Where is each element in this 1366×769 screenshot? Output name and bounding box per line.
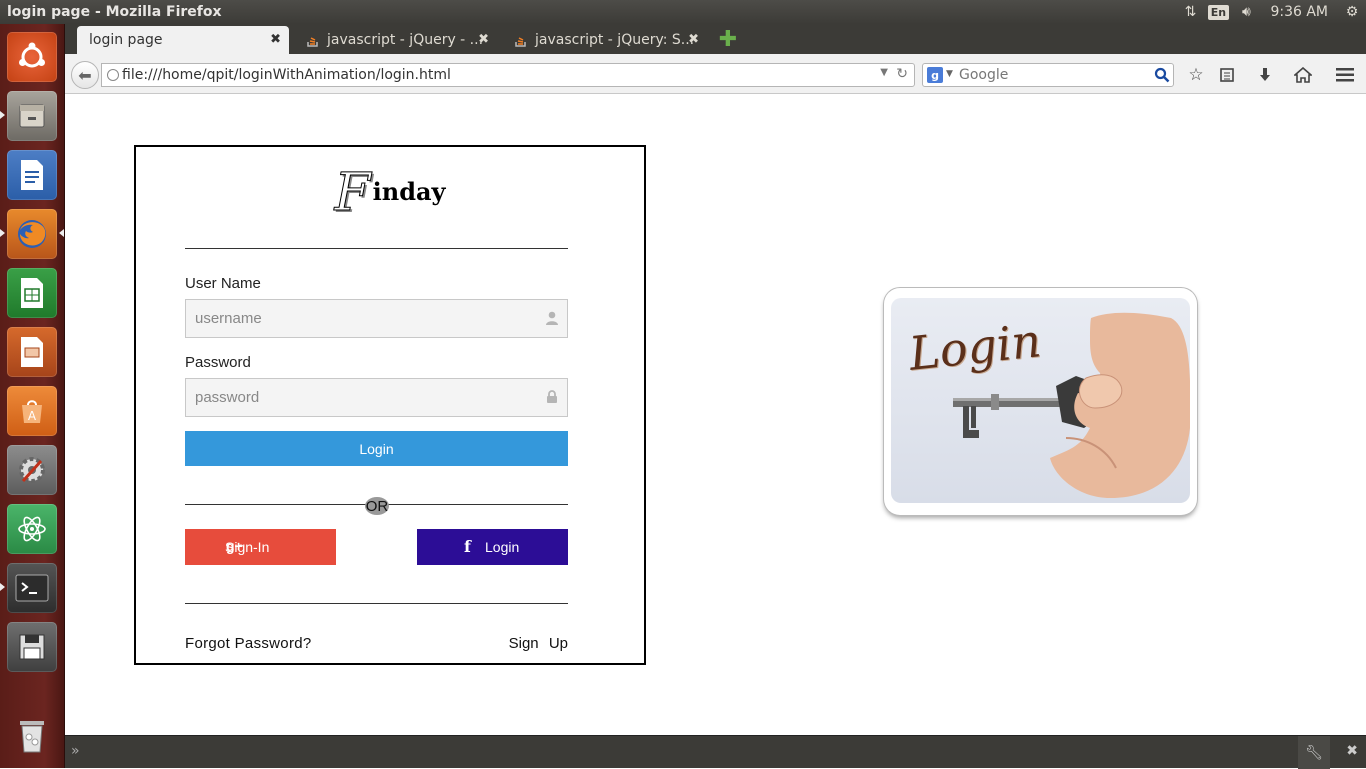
menu-hamburger-icon[interactable]	[1333, 64, 1357, 86]
lock-icon	[547, 390, 557, 403]
bottom-panel: » 🔧︎ ✖	[65, 735, 1366, 769]
close-tab-icon[interactable]: ✖	[688, 32, 699, 47]
system-settings-button[interactable]	[7, 445, 57, 495]
software-center-button[interactable]: A	[7, 386, 57, 436]
search-placeholder: Google	[959, 67, 1009, 83]
document-writer-icon	[21, 160, 43, 190]
calc-launcher-button[interactable]	[7, 268, 57, 318]
launcher: A	[0, 24, 65, 768]
new-tab-plus-icon[interactable]: ✚	[718, 27, 738, 52]
or-separator: OR	[365, 497, 389, 515]
writer-launcher-button[interactable]	[7, 150, 57, 200]
files-launcher-button[interactable]	[7, 91, 57, 141]
username-input[interactable]: username	[185, 299, 568, 338]
svg-text:A: A	[28, 409, 37, 423]
google-engine-icon[interactable]: g	[927, 67, 943, 83]
back-button[interactable]: ⬅	[71, 61, 99, 89]
search-bar[interactable]: g ▼ Google	[922, 63, 1174, 87]
terminal-launcher-button[interactable]	[7, 563, 57, 613]
tab-jquery-2[interactable]: javascript - jQuery: S... ✖	[503, 26, 707, 54]
tab-label: login page	[89, 32, 163, 48]
back-arrow-icon: ⬅	[78, 65, 92, 85]
globe-icon	[107, 69, 119, 81]
password-input[interactable]: password	[185, 378, 568, 417]
brand-logo: Finday	[136, 163, 644, 224]
login-card: Finday User Name username Password passw…	[134, 145, 646, 665]
settings-wrench-icon	[19, 457, 45, 483]
key-in-hand-icon	[953, 312, 1190, 498]
atom-icon	[18, 516, 46, 542]
tab-jquery-1[interactable]: javascript - jQuery - ... ✖	[295, 26, 497, 54]
forgot-password-link[interactable]: Forgot Password?	[185, 635, 312, 652]
tab-label: javascript - jQuery: S...	[535, 32, 695, 48]
url-bar[interactable]: file:///home/qpit/loginWithAnimation/log…	[101, 63, 915, 87]
divider	[185, 603, 568, 604]
presentation-icon	[21, 337, 43, 367]
top-panel: login page - Mozilla Firefox ⇅ En 🔊︎ 9:3…	[0, 0, 1366, 24]
reading-list-icon[interactable]	[1215, 64, 1239, 86]
google-plus-icon: g+	[226, 538, 243, 554]
brand-initial: F	[334, 163, 371, 224]
page-content: Finday User Name username Password passw…	[65, 95, 1366, 735]
username-placeholder: username	[195, 310, 262, 327]
google-signin-button[interactable]: g+ Sign-In	[185, 529, 336, 565]
settings-gear-icon[interactable]: ⚙	[1338, 0, 1366, 24]
close-panel-icon[interactable]: ✖	[1346, 743, 1358, 759]
search-icon[interactable]	[1153, 66, 1171, 84]
divider	[185, 248, 568, 249]
keyboard-layout-indicator[interactable]: En	[1204, 0, 1232, 24]
bookmark-star-icon[interactable]: ☆	[1184, 64, 1208, 86]
reload-icon[interactable]: ↻	[896, 66, 908, 82]
volume-icon[interactable]: 🔊︎	[1232, 0, 1260, 24]
firefox-icon	[18, 220, 46, 248]
clock[interactable]: 9:36 AM	[1260, 4, 1338, 20]
keyboard-layout-label: En	[1207, 4, 1230, 20]
shopping-bag-icon: A	[22, 400, 42, 423]
tab-login-page[interactable]: login page ✖	[77, 26, 289, 54]
ubuntu-dash-button[interactable]	[7, 32, 57, 82]
login-key-image: Login	[884, 288, 1197, 515]
sign-up-link[interactable]: Sign Up	[509, 635, 568, 652]
terminal-icon	[15, 574, 49, 602]
home-icon[interactable]	[1291, 64, 1315, 86]
close-tab-icon[interactable]: ✖	[478, 32, 489, 47]
trash-icon	[20, 721, 44, 753]
history-dropdown-icon[interactable]: ▼	[880, 67, 888, 78]
user-icon	[546, 311, 558, 325]
brand-name: inday	[372, 177, 446, 206]
facebook-login-button[interactable]: f Login	[417, 529, 568, 565]
window-title: login page - Mozilla Firefox	[7, 4, 222, 20]
password-placeholder: password	[195, 389, 260, 406]
firefox-launcher-button[interactable]	[7, 209, 57, 259]
login-button[interactable]: Login	[185, 431, 568, 466]
stackoverflow-icon	[307, 37, 318, 47]
navigation-toolbar: file:///home/qpit/loginWithAnimation/log…	[65, 54, 1366, 94]
ubuntu-logo-icon	[19, 42, 45, 68]
password-label: Password	[185, 354, 251, 371]
spreadsheet-icon	[21, 278, 43, 308]
url-text: file:///home/qpit/loginWithAnimation/log…	[122, 67, 451, 83]
trash-launcher-button[interactable]	[7, 710, 57, 760]
facebook-login-label: Login	[485, 539, 520, 555]
downloads-icon[interactable]	[1253, 64, 1277, 86]
impress-launcher-button[interactable]	[7, 327, 57, 377]
facebook-icon: f	[464, 537, 471, 556]
network-icon[interactable]: ⇅	[1176, 0, 1204, 24]
engine-dropdown-icon[interactable]: ▼	[946, 69, 953, 79]
tab-strip: login page ✖ javascript - jQuery - ... ✖…	[65, 24, 1366, 54]
file-cabinet-icon	[19, 104, 45, 128]
stackoverflow-icon	[515, 37, 526, 47]
atom-editor-button[interactable]	[7, 504, 57, 554]
save-launcher-button[interactable]	[7, 622, 57, 672]
username-label: User Name	[185, 275, 261, 292]
expand-chevrons-icon[interactable]: »	[71, 743, 80, 759]
tools-wrench-icon[interactable]: 🔧︎	[1298, 736, 1330, 769]
close-tab-icon[interactable]: ✖	[270, 32, 281, 47]
tab-label: javascript - jQuery - ...	[327, 32, 484, 48]
floppy-disk-icon	[19, 634, 45, 660]
